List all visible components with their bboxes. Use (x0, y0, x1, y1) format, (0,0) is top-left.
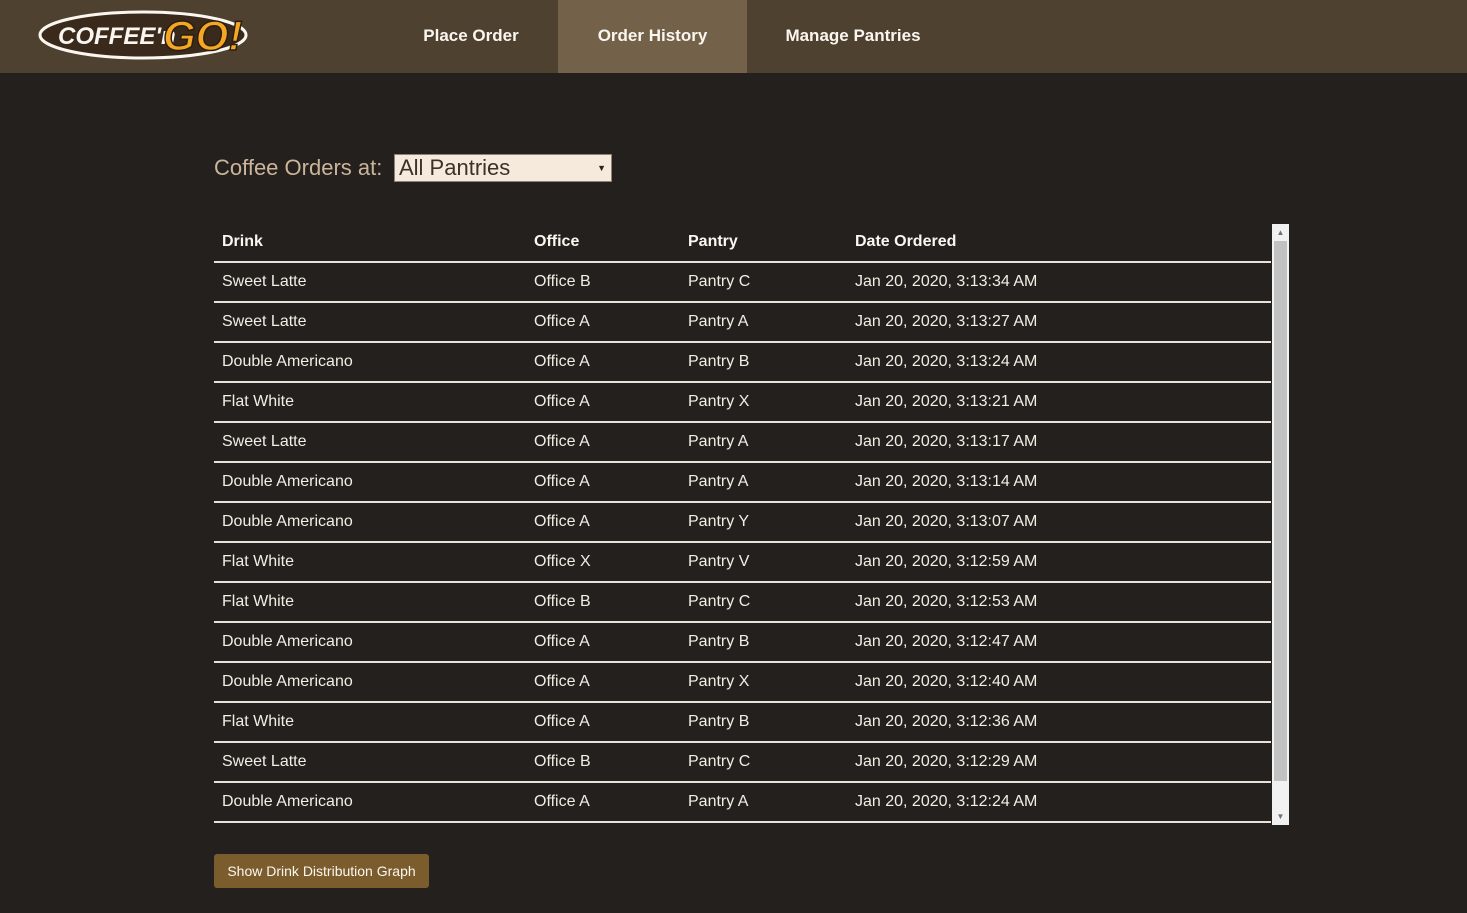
drink-cell: Double Americano (214, 342, 526, 383)
office-cell: Office A (526, 302, 680, 343)
arrow-up-icon[interactable]: ▲ (1272, 224, 1289, 241)
orders-table-body: Sweet Latte Office B Pantry C Jan 20, 2020,… (214, 262, 1271, 823)
drink-cell: Sweet Latte (214, 262, 526, 303)
date-ordered-cell: Jan 20, 2020, 3:13:34 AM (847, 262, 1271, 303)
office-cell: Office A (526, 342, 680, 383)
drink-cell: Double Americano (214, 662, 526, 703)
table-row[interactable]: Double Americano Office A Pantry Y Jan 20, … (214, 502, 1271, 543)
date-ordered-cell: Jan 20, 2020, 3:13:14 AM (847, 462, 1271, 503)
date-ordered-cell: Jan 20, 2020, 3:13:27 AM (847, 302, 1271, 343)
nav-manage-pantries[interactable]: Manage Pantries (754, 0, 952, 73)
scrollbar-thumb[interactable] (1274, 241, 1287, 781)
date-ordered-cell: Jan 20, 2020, 3:12:24 AM (847, 782, 1271, 823)
column-header-drink[interactable]: Drink (214, 224, 526, 263)
pantry-cell: Pantry A (680, 782, 847, 823)
column-header-office[interactable]: Office (526, 224, 680, 263)
nav-order-history[interactable]: Order History (558, 0, 747, 73)
office-cell: Office B (526, 742, 680, 783)
drink-cell: Double Americano (214, 462, 526, 503)
pantry-cell: Pantry A (680, 422, 847, 463)
table-row[interactable]: Sweet Latte Office B Pantry C Jan 20, 2020,… (214, 262, 1271, 303)
drink-cell: Double Americano (214, 782, 526, 823)
date-ordered-cell: Jan 20, 2020, 3:13:24 AM (847, 342, 1271, 383)
office-cell: Office A (526, 422, 680, 463)
table-row[interactable]: Double Americano Office A Pantry A Jan 20, … (214, 782, 1271, 823)
date-ordered-cell: Jan 20, 2020, 3:12:29 AM (847, 742, 1271, 783)
orders-table: Drink Office Pantry Date Ordered Sweet L… (214, 224, 1271, 823)
office-cell: Office B (526, 582, 680, 623)
pantry-cell: Pantry C (680, 582, 847, 623)
office-cell: Office B (526, 262, 680, 303)
logo-text-coffee: COFFEE'n (58, 23, 176, 50)
drink-cell: Sweet Latte (214, 742, 526, 783)
office-cell: Office A (526, 382, 680, 423)
drink-cell: Double Americano (214, 502, 526, 543)
pantry-cell: Pantry A (680, 462, 847, 503)
caret-down-icon: ▼ (597, 163, 606, 173)
office-cell: Office A (526, 622, 680, 663)
orders-table-container[interactable]: Drink Office Pantry Date Ordered Sweet L… (214, 224, 1289, 825)
nav-place-order[interactable]: Place Order (390, 0, 552, 73)
pantry-cell: Pantry C (680, 742, 847, 783)
coffee-n-go-logo[interactable]: COFFEE'n GO! (38, 10, 248, 60)
table-row[interactable]: Sweet Latte Office B Pantry C Jan 20, 2020,… (214, 742, 1271, 783)
pantry-filter-value: All Pantries (399, 155, 511, 180)
table-scrollbar[interactable]: ▲ ▼ (1272, 224, 1289, 825)
drink-cell: Sweet Latte (214, 302, 526, 343)
office-cell: Office A (526, 782, 680, 823)
column-header-pantry[interactable]: Pantry (680, 224, 847, 263)
table-row[interactable]: Double Americano Office A Pantry A Jan 20, … (214, 462, 1271, 503)
pantry-cell: Pantry B (680, 702, 847, 743)
pantry-filter-label: Coffee Orders at: (214, 155, 383, 180)
office-cell: Office X (526, 542, 680, 583)
column-header-date-ordered[interactable]: Date Ordered (847, 224, 1271, 263)
date-ordered-cell: Jan 20, 2020, 3:13:21 AM (847, 382, 1271, 423)
logo-text-go: GO! (163, 12, 242, 59)
table-row[interactable]: Double Americano Office A Pantry X Jan 20, … (214, 662, 1271, 703)
pantry-cell: Pantry V (680, 542, 847, 583)
pantry-cell: Pantry B (680, 342, 847, 383)
drink-cell: Flat White (214, 542, 526, 583)
pantry-cell: Pantry A (680, 302, 847, 343)
pantry-cell: Pantry B (680, 622, 847, 663)
date-ordered-cell: Jan 20, 2020, 3:12:47 AM (847, 622, 1271, 663)
table-row[interactable]: Flat White Office B Pantry C Jan 20, 2020, … (214, 582, 1271, 623)
pantry-cell: Pantry C (680, 262, 847, 303)
office-cell: Office A (526, 502, 680, 543)
table-header-row: Drink Office Pantry Date Ordered (214, 224, 1271, 263)
office-cell: Office A (526, 662, 680, 703)
table-row[interactable]: Double Americano Office A Pantry B Jan 20, … (214, 622, 1271, 663)
table-row[interactable]: Sweet Latte Office A Pantry A Jan 20, 2020,… (214, 302, 1271, 343)
office-cell: Office A (526, 462, 680, 503)
table-row[interactable]: Flat White Office A Pantry B Jan 20, 2020, … (214, 702, 1271, 743)
office-cell: Office A (526, 702, 680, 743)
drink-cell: Sweet Latte (214, 422, 526, 463)
drink-cell: Flat White (214, 702, 526, 743)
drink-cell: Flat White (214, 382, 526, 423)
show-drink-distribution-graph-button[interactable]: Show Drink Distribution Graph (214, 854, 429, 888)
table-row[interactable]: Double Americano Office A Pantry B Jan 20, … (214, 342, 1271, 383)
pantry-cell: Pantry X (680, 382, 847, 423)
date-ordered-cell: Jan 20, 2020, 3:13:17 AM (847, 422, 1271, 463)
drink-cell: Flat White (214, 582, 526, 623)
date-ordered-cell: Jan 20, 2020, 3:13:07 AM (847, 502, 1271, 543)
table-row[interactable]: Sweet Latte Office A Pantry A Jan 20, 2020,… (214, 422, 1271, 463)
pantry-filter-select[interactable]: All Pantries ▼ (394, 154, 612, 182)
date-ordered-cell: Jan 20, 2020, 3:12:40 AM (847, 662, 1271, 703)
arrow-down-icon[interactable]: ▼ (1272, 808, 1289, 825)
date-ordered-cell: Jan 20, 2020, 3:12:36 AM (847, 702, 1271, 743)
date-ordered-cell: Jan 20, 2020, 3:12:59 AM (847, 542, 1271, 583)
date-ordered-cell: Jan 20, 2020, 3:12:53 AM (847, 582, 1271, 623)
drink-cell: Double Americano (214, 622, 526, 663)
table-row[interactable]: Flat White Office A Pantry X Jan 20, 2020, … (214, 382, 1271, 423)
table-row[interactable]: Flat White Office X Pantry V Jan 20, 2020, … (214, 542, 1271, 583)
pantry-cell: Pantry Y (680, 502, 847, 543)
pantry-cell: Pantry X (680, 662, 847, 703)
top-navigation-bar: COFFEE'n GO! Place Order Order History M… (0, 0, 1467, 73)
